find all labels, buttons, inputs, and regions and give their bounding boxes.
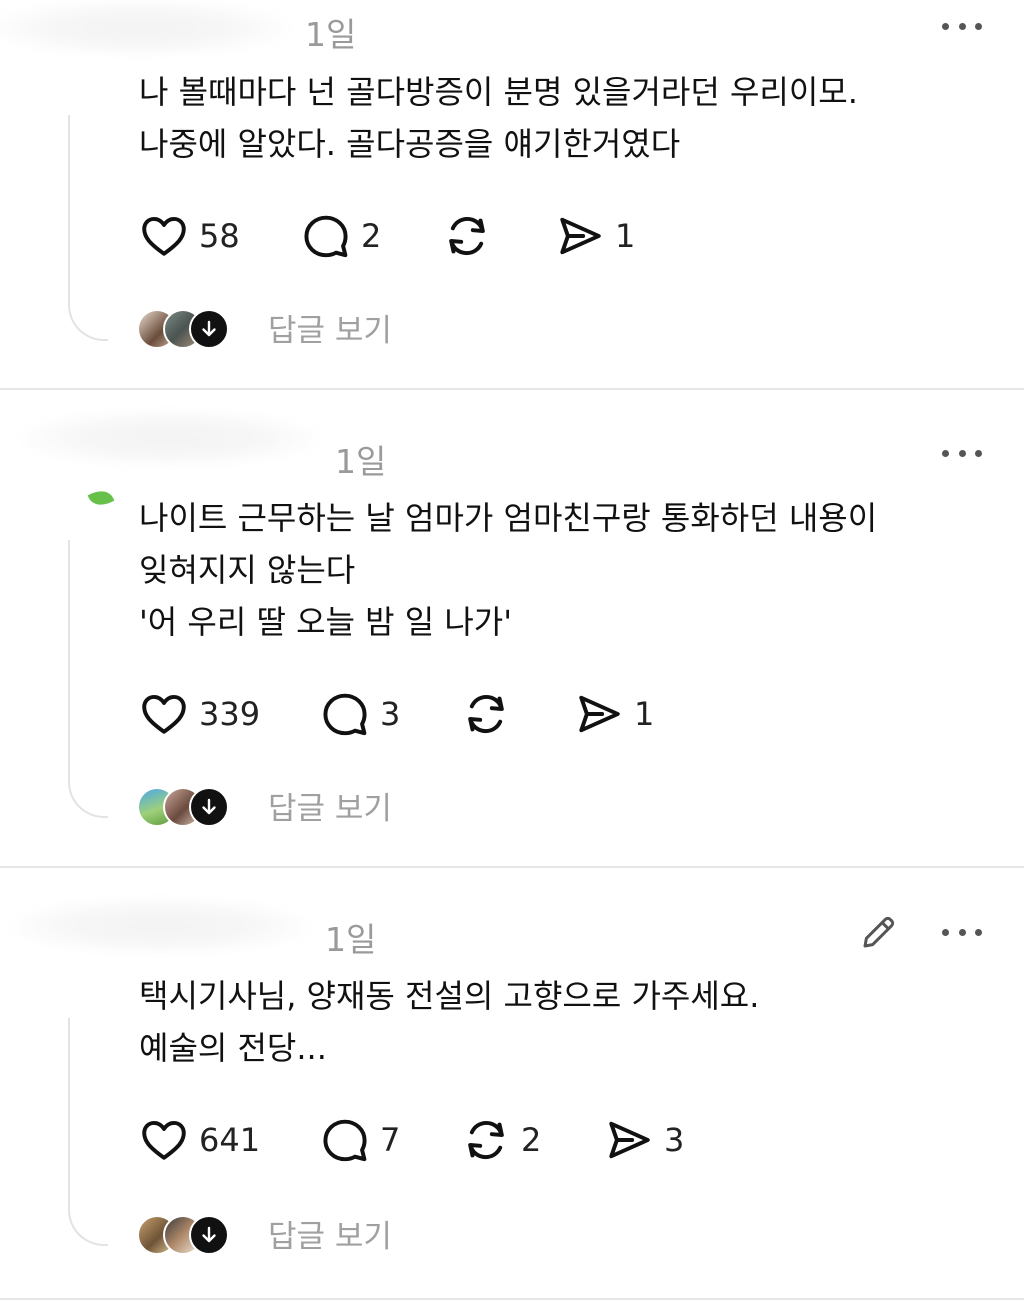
more-dots-icon[interactable] [942, 16, 982, 36]
view-replies[interactable]: 답글 보기 [137, 787, 457, 833]
post-text: 나 볼때마다 넌 골다방증이 분명 있을거라던 우리이모. 나중에 알았다. 골… [139, 73, 858, 163]
repost-button[interactable] [461, 688, 521, 740]
more-dots-icon[interactable] [942, 443, 982, 463]
like-button[interactable]: 339 [139, 688, 260, 740]
thread-post: 1일 나이트 근무하는 날 엄마가 엄마친구랑 통화하던 내용이 잊혀지지 않는… [0, 390, 1024, 866]
comment-count: 7 [380, 1121, 401, 1159]
share-count: 1 [634, 695, 655, 733]
profile-avatar-fragment [87, 486, 115, 510]
comment-count: 3 [380, 695, 401, 733]
view-replies-label: 답글 보기 [268, 313, 392, 349]
share-button[interactable]: 3 [604, 1114, 684, 1166]
divider [0, 1298, 1024, 1300]
like-button[interactable]: 641 [139, 1114, 260, 1166]
comment-bubble-icon [323, 1119, 367, 1162]
view-replies-label: 답글 보기 [268, 791, 392, 827]
comment-count: 2 [361, 217, 382, 255]
like-count: 58 [199, 217, 240, 255]
heart-icon [142, 694, 186, 734]
comment-bubble-icon [304, 215, 348, 258]
like-button[interactable]: 58 [139, 210, 240, 262]
send-icon [579, 695, 620, 733]
arrow-down-icon [189, 1215, 229, 1255]
post-time: 1일 [305, 15, 357, 54]
action-bar: 339 3 1 [139, 688, 739, 740]
repost-icon [449, 216, 485, 256]
action-bar: 58 2 1 [139, 210, 739, 262]
heart-icon [142, 1120, 186, 1160]
action-bar: 641 7 2 3 [139, 1114, 739, 1166]
comment-bubble-icon [323, 693, 367, 736]
heart-icon [142, 216, 186, 256]
repost-button[interactable] [442, 210, 502, 262]
thread-line [68, 540, 108, 818]
view-replies[interactable]: 답글 보기 [137, 1215, 457, 1261]
view-replies[interactable]: 답글 보기 [137, 309, 457, 355]
send-icon [560, 217, 601, 255]
blurred-username [10, 898, 310, 954]
thread-post: 1일 택시기사님, 양재동 전설의 고향으로 가주세요. 예술의 전당... 6… [0, 868, 1024, 1298]
share-button[interactable]: 1 [555, 210, 635, 262]
repost-icon [468, 1120, 504, 1160]
thread-line [68, 1018, 108, 1246]
thread-post: 1일 나 볼때마다 넌 골다방증이 분명 있을거라던 우리이모. 나중에 알았다… [0, 0, 1024, 388]
pencil-icon[interactable] [858, 911, 900, 953]
blurred-username [20, 410, 320, 466]
thread-line [68, 115, 108, 341]
comment-button[interactable]: 2 [301, 210, 381, 262]
comment-button[interactable]: 7 [320, 1114, 400, 1166]
repost-button[interactable]: 2 [461, 1114, 541, 1166]
share-count: 3 [664, 1121, 685, 1159]
comment-button[interactable]: 3 [320, 688, 400, 740]
view-replies-label: 답글 보기 [268, 1219, 392, 1255]
post-text: 택시기사님, 양재동 전설의 고향으로 가주세요. 예술의 전당... [139, 977, 760, 1067]
more-dots-icon[interactable] [942, 922, 982, 942]
arrow-down-icon [189, 787, 229, 827]
post-time: 1일 [325, 920, 377, 959]
like-count: 641 [199, 1121, 261, 1159]
blurred-username [0, 0, 290, 56]
share-count: 1 [615, 217, 636, 255]
like-count: 339 [199, 695, 261, 733]
arrow-down-icon [189, 309, 229, 349]
send-icon [609, 1121, 650, 1159]
repost-count: 2 [521, 1121, 542, 1159]
repost-icon [468, 694, 504, 734]
post-time: 1일 [335, 442, 387, 481]
post-text: 나이트 근무하는 날 엄마가 엄마친구랑 통화하던 내용이 잊혀지지 않는다 '… [139, 499, 878, 641]
share-button[interactable]: 1 [574, 688, 654, 740]
